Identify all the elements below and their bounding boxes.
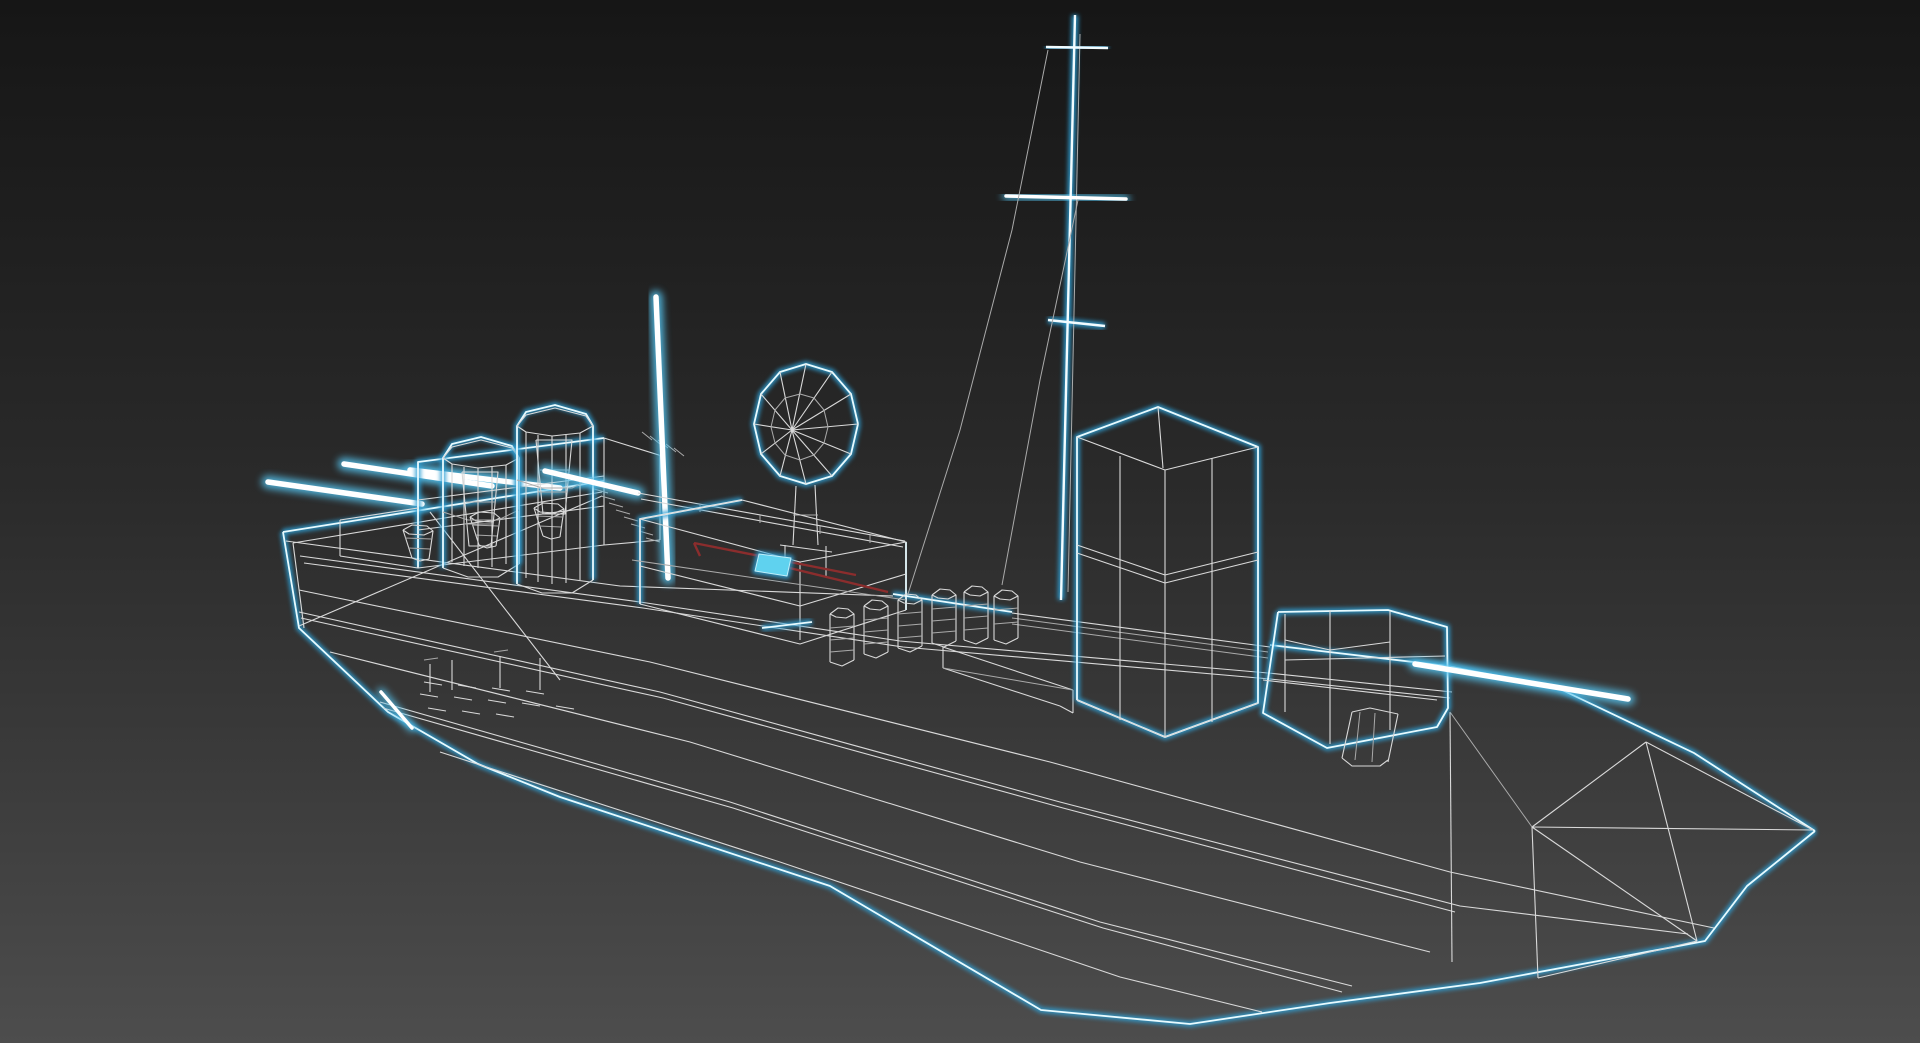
aft-funnel[interactable]	[514, 402, 596, 594]
viewport-canvas[interactable]	[0, 0, 1920, 1043]
aft-deckhouse[interactable]	[1074, 404, 1261, 740]
main-mast[interactable]	[907, 14, 1130, 601]
signal-boom[interactable]	[538, 464, 906, 548]
bridge-face-highlight[interactable]	[752, 551, 794, 579]
hull-silhouette[interactable]	[280, 478, 1817, 1027]
radar-dish[interactable]	[751, 361, 861, 576]
wireframe-scene[interactable]	[0, 0, 1920, 1043]
foremast-pole[interactable]	[649, 290, 675, 585]
